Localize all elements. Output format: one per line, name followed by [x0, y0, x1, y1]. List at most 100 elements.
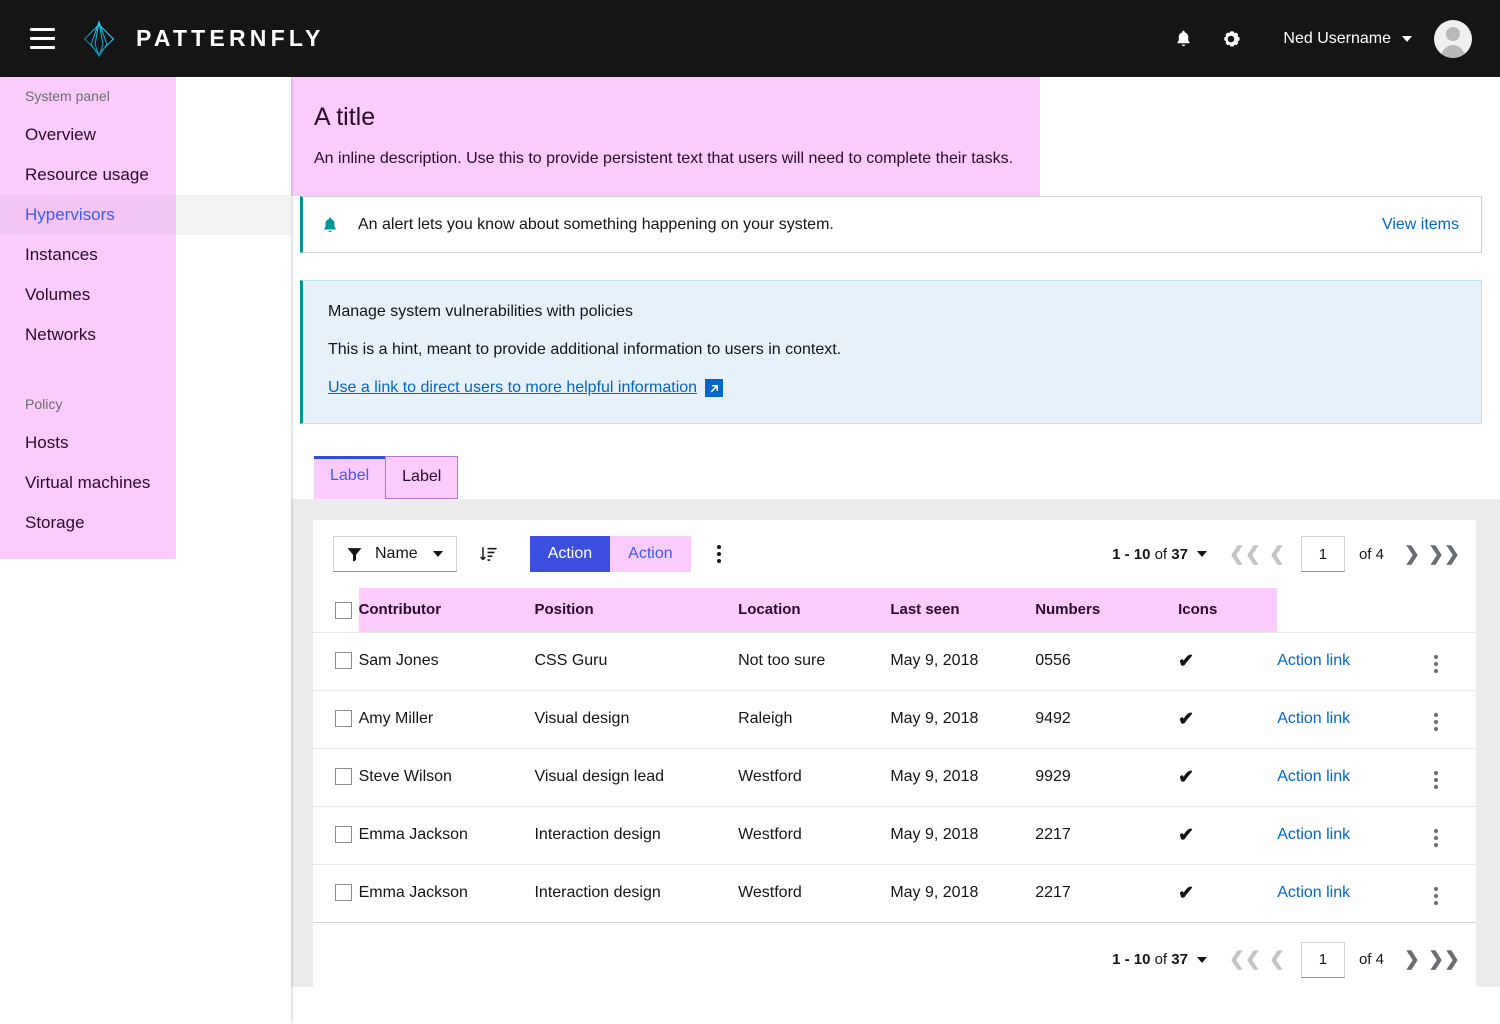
row-checkbox[interactable]	[335, 710, 352, 728]
row-checkbox[interactable]	[335, 826, 352, 844]
row-checkbox[interactable]	[335, 652, 352, 670]
table-header-row: Contributor Position Location Last seen …	[313, 588, 1476, 632]
select-all-checkbox[interactable]	[335, 601, 352, 619]
nav-bottom-filler	[0, 543, 176, 559]
cell-numbers: 2217	[1035, 863, 1179, 923]
row-kebab-vertical-icon[interactable]	[1430, 883, 1442, 909]
row-select-cell	[313, 805, 359, 864]
cell-last-seen: May 9, 2018	[890, 863, 1036, 923]
row-kebab-vertical-icon[interactable]	[1430, 709, 1442, 735]
sidebar-item-storage[interactable]: Storage	[0, 503, 291, 543]
row-checkbox[interactable]	[335, 768, 352, 786]
bell-icon[interactable]	[1159, 15, 1207, 63]
table-row[interactable]: Emma Jackson Interaction design Westford…	[313, 805, 1476, 864]
sort-amount-down-icon[interactable]	[470, 536, 508, 572]
cell-kebab	[1430, 863, 1476, 923]
brand-name: PATTERNFLY	[136, 25, 325, 51]
angle-double-right-icon[interactable]: ❯❯	[1428, 539, 1460, 569]
sidebar-item-virtual-machines[interactable]: Virtual machines	[0, 463, 291, 503]
row-kebab-vertical-icon[interactable]	[1430, 651, 1442, 677]
page-description: An inline description. Use this to provi…	[314, 150, 1014, 167]
pagination-count: 1 - 10 of 37	[1112, 545, 1188, 563]
angle-right-icon[interactable]: ❯	[1398, 945, 1426, 975]
main-content: A title An inline description. Use this …	[291, 77, 1500, 1024]
cell-location: Raleigh	[738, 689, 891, 748]
tab-label-2[interactable]: Label	[385, 456, 459, 499]
sidebar-item-instances[interactable]: Instances	[0, 235, 291, 275]
tab-label-1[interactable]: Label	[314, 456, 386, 499]
table-row[interactable]: Steve Wilson Visual design lead Westford…	[313, 747, 1476, 806]
gear-icon[interactable]	[1207, 15, 1255, 63]
angle-double-right-icon[interactable]: ❯❯	[1428, 945, 1460, 975]
row-action-link[interactable]: Action link	[1277, 652, 1350, 669]
pagination-page-total: of 4	[1358, 545, 1384, 563]
filter-dropdown[interactable]: Name	[333, 536, 457, 572]
cell-kebab	[1430, 747, 1476, 806]
avatar[interactable]	[1434, 19, 1472, 58]
table-row[interactable]: Sam Jones CSS Guru Not too sure May 9, 2…	[313, 631, 1476, 690]
row-action-link[interactable]: Action link	[1277, 710, 1350, 727]
cell-contributor: Sam Jones	[358, 631, 535, 690]
column-header-last-seen[interactable]: Last seen	[890, 588, 1036, 632]
pagination-options-chevron-down-icon[interactable]	[1196, 551, 1207, 557]
pagination-page-input[interactable]	[1300, 536, 1345, 572]
table-toolbar: Name Action Action 1 - 10 of 37 ❮❮ ❮ 1 o…	[313, 520, 1476, 588]
external-link-icon[interactable]	[705, 379, 724, 397]
hint-panel: Manage system vulnerabilities with polic…	[300, 280, 1482, 424]
angle-right-icon[interactable]: ❯	[1398, 539, 1426, 569]
cell-last-seen: May 9, 2018	[890, 631, 1036, 690]
row-kebab-vertical-icon[interactable]	[1430, 825, 1442, 851]
cell-numbers: 9492	[1035, 689, 1179, 748]
alert-action-link[interactable]: View items	[1382, 216, 1459, 234]
sidebar-item-volumes[interactable]: Volumes	[0, 275, 291, 315]
cell-action: Action link	[1277, 747, 1431, 806]
sidebar-item-hypervisors[interactable]: Hypervisors	[0, 195, 291, 235]
column-header-position[interactable]: Position	[534, 588, 739, 632]
cell-kebab	[1430, 689, 1476, 748]
sidebar-item-label: Overview	[25, 125, 96, 144]
cell-contributor: Emma Jackson	[358, 805, 535, 864]
angle-left-icon[interactable]: ❮	[1263, 539, 1291, 569]
row-action-link[interactable]: Action link	[1277, 884, 1350, 901]
sidebar-item-overview[interactable]: Overview	[0, 115, 291, 155]
column-header-numbers[interactable]: Numbers	[1035, 588, 1179, 632]
hamburger-menu-icon[interactable]	[22, 19, 62, 59]
column-header-icons[interactable]: Icons	[1178, 588, 1278, 632]
row-action-link[interactable]: Action link	[1277, 826, 1350, 843]
table-row[interactable]: Emma Jackson Interaction design Westford…	[313, 863, 1476, 923]
pagination-page-input[interactable]	[1300, 941, 1345, 978]
row-kebab-vertical-icon[interactable]	[1430, 767, 1442, 793]
sidebar-item-networks[interactable]: Networks	[0, 315, 291, 355]
nav-section-title-system-panel: System panel	[0, 77, 176, 115]
pagination-options-chevron-down-icon[interactable]	[1196, 956, 1207, 963]
pagination-page-total: of 4	[1358, 951, 1384, 968]
cell-position: Visual design lead	[534, 747, 739, 806]
kebab-vertical-icon[interactable]	[701, 536, 737, 572]
table-card: Name Action Action 1 - 10 of 37 ❮❮ ❮ 1 o…	[313, 520, 1476, 999]
alert-text: An alert lets you know about something h…	[358, 215, 834, 233]
pagination-top: 1 - 10 of 37 ❮❮ ❮ of 4 ❯ ❯❯	[1112, 536, 1460, 572]
chevron-down-icon	[1402, 35, 1412, 42]
cell-icon: ✔	[1178, 747, 1278, 806]
user-menu[interactable]: Ned Username	[1283, 30, 1412, 48]
primary-action-button[interactable]: Action	[529, 536, 611, 572]
column-header-location[interactable]: Location	[738, 588, 891, 632]
sidebar-item-label: Virtual machines	[25, 473, 151, 492]
secondary-action-button[interactable]: Action	[610, 536, 691, 572]
row-action-link[interactable]: Action link	[1277, 768, 1350, 785]
patternfly-logo-icon	[83, 19, 115, 58]
cell-location: Westford	[738, 805, 891, 864]
bell-icon	[321, 215, 339, 235]
angle-left-icon[interactable]: ❮	[1263, 945, 1291, 975]
hint-link[interactable]: Use a link to direct users to more helpf…	[328, 379, 697, 397]
column-header-contributor[interactable]: Contributor	[358, 588, 535, 632]
row-checkbox[interactable]	[335, 884, 352, 902]
sidebar-item-hosts[interactable]: Hosts	[0, 423, 291, 463]
angle-double-left-icon[interactable]: ❮❮	[1229, 945, 1261, 975]
sidebar-item-resource-usage[interactable]: Resource usage	[0, 155, 291, 195]
brand[interactable]: PATTERNFLY	[78, 18, 325, 60]
cell-icon: ✔	[1178, 631, 1278, 690]
table-row[interactable]: Amy Miller Visual design Raleigh May 9, …	[313, 689, 1476, 748]
check-icon: ✔	[1178, 824, 1195, 846]
angle-double-left-icon[interactable]: ❮❮	[1229, 539, 1261, 569]
